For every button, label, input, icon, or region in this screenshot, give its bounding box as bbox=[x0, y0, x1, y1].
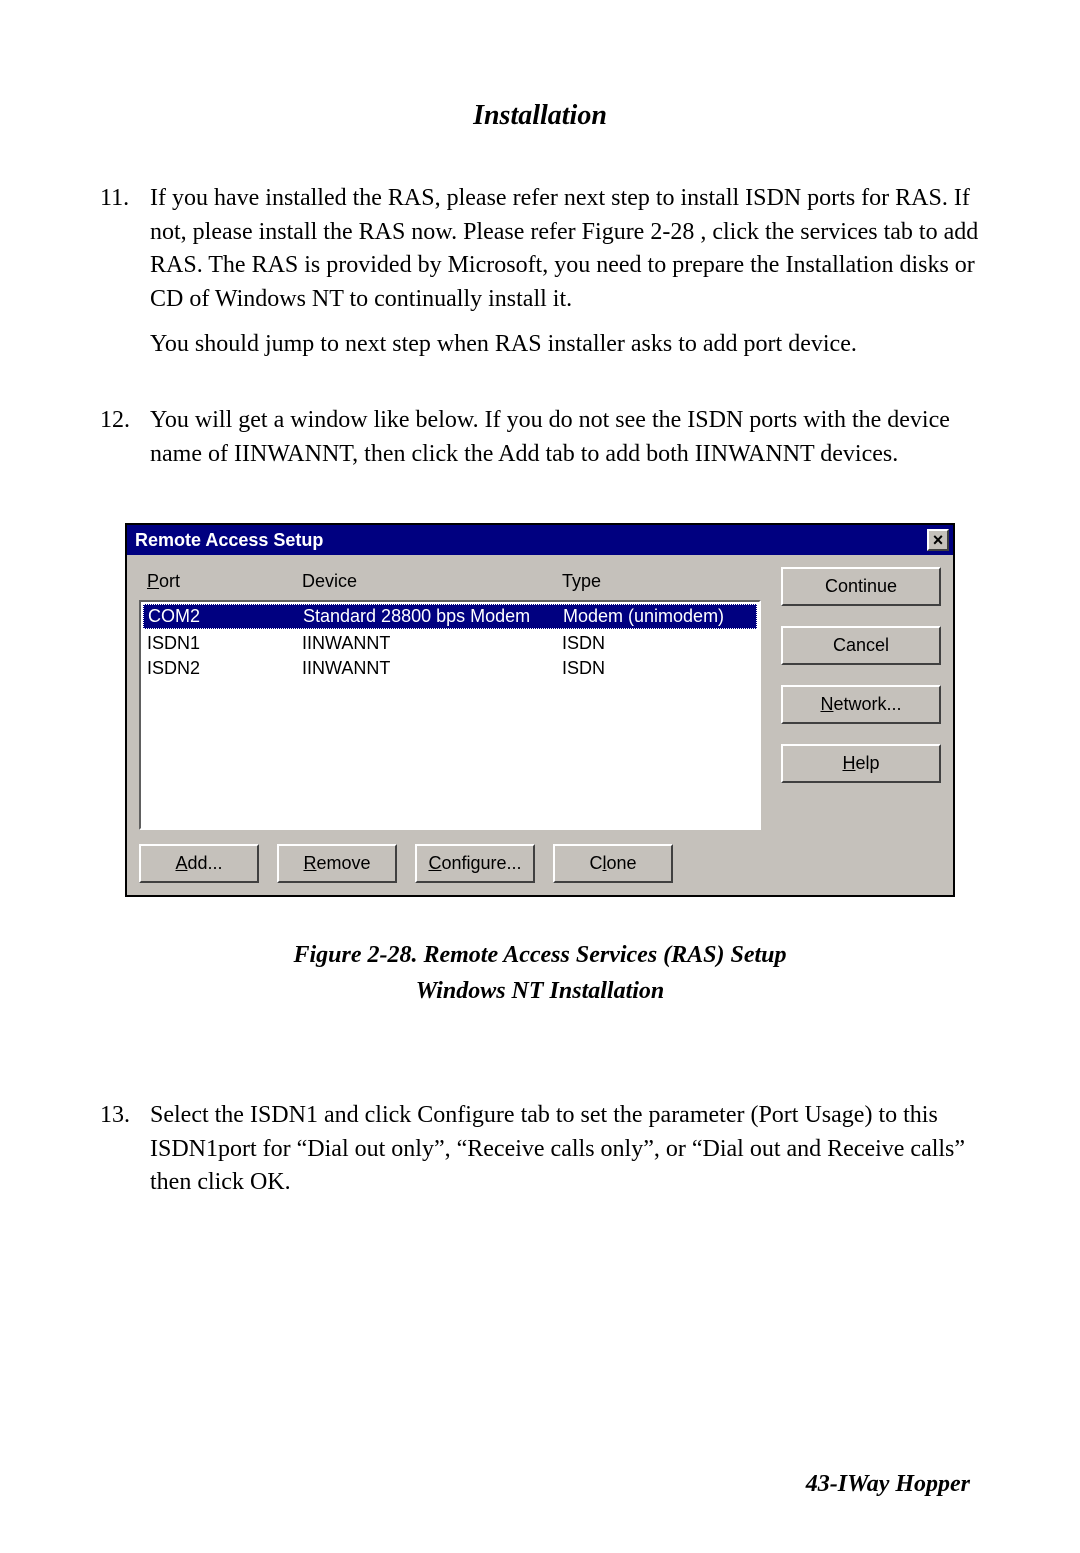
add-button[interactable]: Add... bbox=[139, 844, 259, 883]
accel-char: H bbox=[842, 753, 855, 773]
ras-dialog-figure: Remote Access Setup × Port Device Type C… bbox=[125, 523, 955, 897]
step-12-paragraph-1: You will get a window like below. If you… bbox=[150, 404, 980, 471]
dialog-title: Remote Access Setup bbox=[135, 530, 323, 551]
close-icon[interactable]: × bbox=[927, 529, 949, 551]
btn-rest: elp bbox=[855, 753, 879, 773]
list-item-com2[interactable]: COM2 Standard 28800 bps Modem Modem (uni… bbox=[143, 604, 757, 629]
cell-type: ISDN bbox=[562, 633, 753, 654]
header-port-rest: ort bbox=[159, 571, 180, 591]
btn-rest: emove bbox=[316, 853, 370, 873]
header-port: Port bbox=[147, 571, 302, 592]
step-11: 11. If you have installed the RAS, pleas… bbox=[100, 182, 980, 374]
list-headers: Port Device Type bbox=[139, 567, 761, 600]
cell-port: ISDN2 bbox=[147, 658, 302, 679]
list-item-isdn2[interactable]: ISDN2 IINWANNT ISDN bbox=[141, 656, 759, 681]
cell-port: COM2 bbox=[148, 606, 303, 627]
btn-rest: dd... bbox=[187, 853, 222, 873]
accel-char: R bbox=[303, 853, 316, 873]
titlebar: Remote Access Setup × bbox=[127, 525, 953, 555]
figure-caption: Figure 2-28. Remote Access Services (RAS… bbox=[100, 937, 980, 1009]
accel-char: C bbox=[428, 853, 441, 873]
network-button[interactable]: Network... bbox=[781, 685, 941, 724]
section-heading: Installation bbox=[100, 100, 980, 132]
cell-device: IINWANNT bbox=[302, 633, 562, 654]
accel-char: A bbox=[175, 853, 187, 873]
figure-caption-line1: Figure 2-28. Remote Access Services (RAS… bbox=[100, 937, 980, 973]
bottom-button-row: Add... Remove Configure... Clone bbox=[139, 844, 761, 883]
continue-button[interactable]: Continue bbox=[781, 567, 941, 606]
step-13-paragraph-1: Select the ISDN1 and click Configure tab… bbox=[150, 1099, 980, 1200]
cell-device: Standard 28800 bps Modem bbox=[303, 606, 563, 627]
remote-access-setup-dialog: Remote Access Setup × Port Device Type C… bbox=[125, 523, 955, 897]
btn-rest: etwork... bbox=[833, 694, 901, 714]
configure-button[interactable]: Configure... bbox=[415, 844, 535, 883]
step-body: Select the ISDN1 and click Configure tab… bbox=[150, 1099, 980, 1212]
dialog-left-column: Port Device Type COM2 Standard 28800 bps… bbox=[139, 567, 761, 883]
dialog-body: Port Device Type COM2 Standard 28800 bps… bbox=[127, 555, 953, 895]
cell-type: ISDN bbox=[562, 658, 753, 679]
help-button[interactable]: Help bbox=[781, 744, 941, 783]
figure-caption-line2: Windows NT Installation bbox=[100, 973, 980, 1009]
remove-button[interactable]: Remove bbox=[277, 844, 397, 883]
step-body: You will get a window like below. If you… bbox=[150, 404, 980, 483]
cell-device: IINWANNT bbox=[302, 658, 562, 679]
step-number: 11. bbox=[100, 182, 150, 374]
accel-char: P bbox=[147, 571, 159, 591]
btn-rest: one bbox=[606, 853, 636, 873]
btn-rest: onfigure... bbox=[441, 853, 521, 873]
step-12: 12. You will get a window like below. If… bbox=[100, 404, 980, 483]
page-footer: 43-IWay Hopper bbox=[806, 1471, 970, 1498]
clone-button[interactable]: Clone bbox=[553, 844, 673, 883]
dialog-right-column: Continue Cancel Network... Help bbox=[781, 567, 941, 883]
cell-port: ISDN1 bbox=[147, 633, 302, 654]
header-device: Device bbox=[302, 571, 562, 592]
step-13: 13. Select the ISDN1 and click Configure… bbox=[100, 1099, 980, 1212]
step-11-paragraph-1: If you have installed the RAS, please re… bbox=[150, 182, 980, 316]
step-body: If you have installed the RAS, please re… bbox=[150, 182, 980, 374]
list-item-isdn1[interactable]: ISDN1 IINWANNT ISDN bbox=[141, 631, 759, 656]
step-11-paragraph-2: You should jump to next step when RAS in… bbox=[150, 328, 980, 362]
page: Installation 11. If you have installed t… bbox=[0, 0, 1080, 1553]
btn-pre: C bbox=[589, 853, 602, 873]
step-number: 12. bbox=[100, 404, 150, 483]
port-listbox[interactable]: COM2 Standard 28800 bps Modem Modem (uni… bbox=[139, 600, 761, 830]
accel-char: N bbox=[820, 694, 833, 714]
cell-type: Modem (unimodem) bbox=[563, 606, 752, 627]
header-type: Type bbox=[562, 571, 759, 592]
step-number: 13. bbox=[100, 1099, 150, 1212]
cancel-button[interactable]: Cancel bbox=[781, 626, 941, 665]
